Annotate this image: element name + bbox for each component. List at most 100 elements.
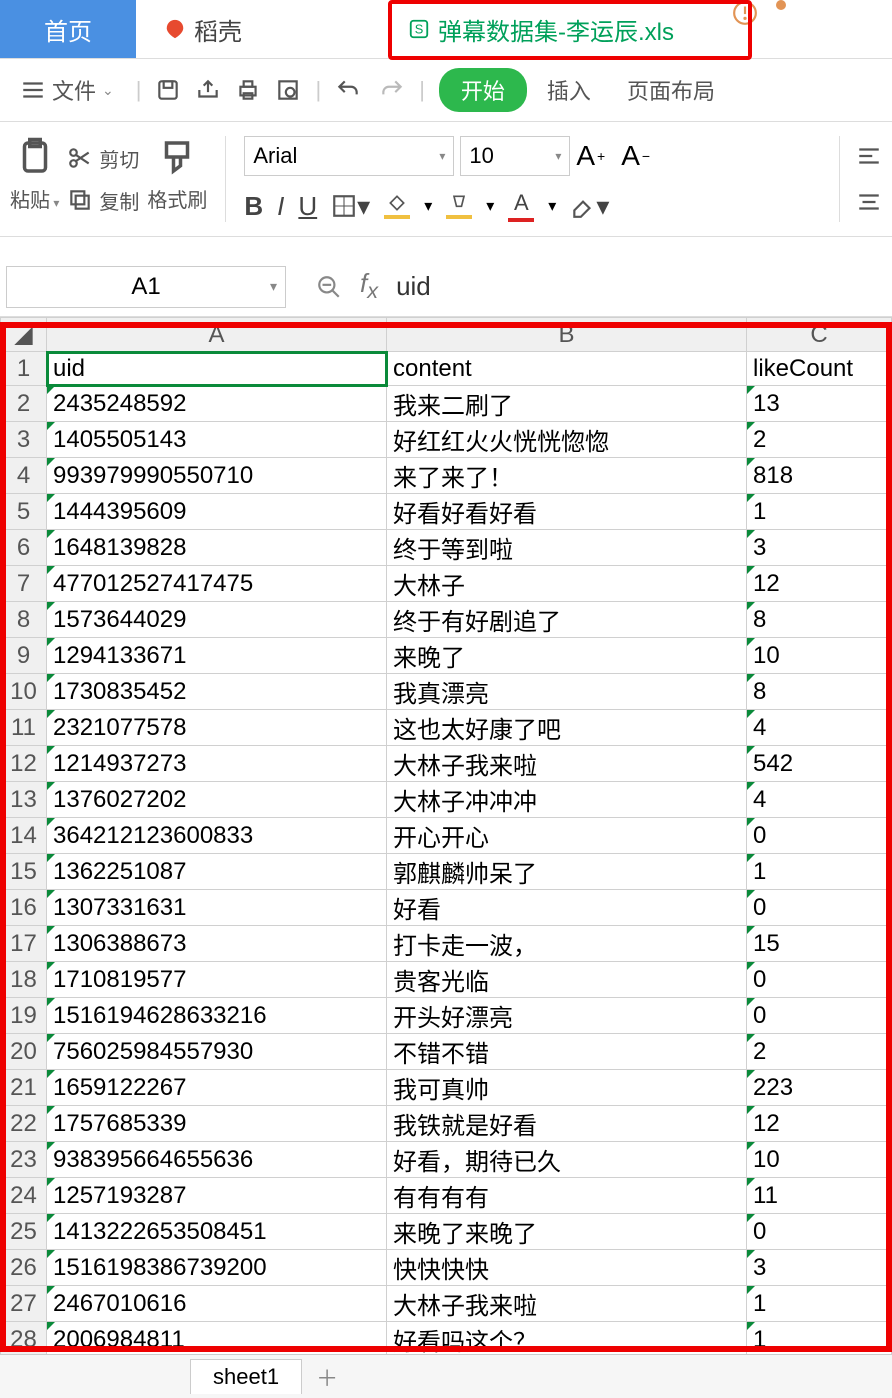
fill-color-button[interactable] <box>384 193 410 219</box>
font-size-select[interactable]: 10▾ <box>460 136 570 176</box>
tab-document[interactable]: S 弹幕数据集-李运辰.xls <box>380 0 702 58</box>
cell[interactable]: 2 <box>747 422 892 458</box>
col-header-C[interactable]: C <box>747 318 892 352</box>
cell[interactable]: 4 <box>747 782 892 818</box>
menu-file[interactable]: 文件 ⌄ <box>12 74 122 106</box>
cell[interactable]: 2006984811 <box>47 1322 387 1358</box>
italic-button[interactable]: I <box>277 191 284 222</box>
eraser-button[interactable]: ▾ <box>570 191 609 222</box>
cell[interactable]: 0 <box>747 998 892 1034</box>
cell[interactable]: 1573644029 <box>47 602 387 638</box>
row-header[interactable]: 19 <box>1 998 47 1034</box>
cell[interactable]: 开心开心 <box>387 818 747 854</box>
cell[interactable]: 0 <box>747 890 892 926</box>
row-header[interactable]: 1 <box>1 352 47 386</box>
format-painter-button[interactable]: 格式刷 <box>147 184 207 213</box>
cell[interactable]: 477012527417475 <box>47 566 387 602</box>
row-header[interactable]: 24 <box>1 1178 47 1214</box>
bold-button[interactable]: B <box>244 191 263 222</box>
cell[interactable]: 我铁就是好看 <box>387 1106 747 1142</box>
row-header[interactable]: 11 <box>1 710 47 746</box>
cell[interactable]: 818 <box>747 458 892 494</box>
cell[interactable]: 贵客光临 <box>387 962 747 998</box>
zoom-out-icon[interactable] <box>316 274 342 300</box>
clipboard-icon[interactable] <box>14 136 56 178</box>
add-sheet-button[interactable]: ＋ <box>316 1361 338 1393</box>
align2-icon[interactable] <box>856 189 882 215</box>
cell[interactable]: 开头好漂亮 <box>387 998 747 1034</box>
cell[interactable]: 1 <box>747 1322 892 1358</box>
col-header-A[interactable]: A <box>47 318 387 352</box>
cell[interactable]: content <box>387 352 747 386</box>
increase-font-button[interactable]: A+ <box>576 140 605 172</box>
cell[interactable]: 1294133671 <box>47 638 387 674</box>
row-header[interactable]: 9 <box>1 638 47 674</box>
cell[interactable]: 1257193287 <box>47 1178 387 1214</box>
cell[interactable]: 938395664655636 <box>47 1142 387 1178</box>
cut-button[interactable]: 剪切 <box>67 144 139 173</box>
cell[interactable]: 1 <box>747 1286 892 1322</box>
cell[interactable]: 来了来了！ <box>387 458 747 494</box>
cell[interactable]: 来晚了 <box>387 638 747 674</box>
cell[interactable]: 1 <box>747 854 892 890</box>
cell[interactable]: 1 <box>747 494 892 530</box>
cell[interactable]: 2321077578 <box>47 710 387 746</box>
row-header[interactable]: 12 <box>1 746 47 782</box>
cell[interactable]: 1516194628633216 <box>47 998 387 1034</box>
cell[interactable]: 756025984557930 <box>47 1034 387 1070</box>
cell[interactable]: 大林子我来啦 <box>387 1286 747 1322</box>
cell[interactable]: 快快快快 <box>387 1250 747 1286</box>
cell[interactable]: 2435248592 <box>47 386 387 422</box>
row-header[interactable]: 15 <box>1 854 47 890</box>
cell[interactable]: 8 <box>747 602 892 638</box>
cell[interactable]: 大林子我来啦 <box>387 746 747 782</box>
cell[interactable]: 1214937273 <box>47 746 387 782</box>
cell[interactable]: 1757685339 <box>47 1106 387 1142</box>
cell[interactable]: 15 <box>747 926 892 962</box>
cell[interactable]: 2467010616 <box>47 1286 387 1322</box>
border-button[interactable]: ▾ <box>331 191 370 222</box>
row-header[interactable]: 20 <box>1 1034 47 1070</box>
cell[interactable]: 1444395609 <box>47 494 387 530</box>
cell[interactable]: 2 <box>747 1034 892 1070</box>
warning-icon[interactable] <box>732 0 758 26</box>
row-header[interactable]: 4 <box>1 458 47 494</box>
cell[interactable]: 1405505143 <box>47 422 387 458</box>
formula-input[interactable]: uid <box>396 271 431 302</box>
highlight-button[interactable] <box>446 193 472 219</box>
select-all-corner[interactable]: ◢ <box>1 318 47 352</box>
share-icon[interactable] <box>195 77 221 103</box>
align-icon[interactable] <box>856 143 882 169</box>
cell[interactable]: 郭麒麟帅呆了 <box>387 854 747 890</box>
cell[interactable]: 我来二刷了 <box>387 386 747 422</box>
row-header[interactable]: 2 <box>1 386 47 422</box>
cell[interactable]: 不错不错 <box>387 1034 747 1070</box>
cell[interactable]: 1306388673 <box>47 926 387 962</box>
preview-icon[interactable] <box>275 77 301 103</box>
cell[interactable]: 好看吗这个？ <box>387 1322 747 1358</box>
cell[interactable]: 8 <box>747 674 892 710</box>
row-header[interactable]: 14 <box>1 818 47 854</box>
row-header[interactable]: 26 <box>1 1250 47 1286</box>
cell[interactable]: 来晚了来晚了 <box>387 1214 747 1250</box>
cell[interactable]: 223 <box>747 1070 892 1106</box>
font-color-button[interactable]: A <box>508 190 534 222</box>
row-header[interactable]: 17 <box>1 926 47 962</box>
undo-icon[interactable] <box>335 77 361 103</box>
menu-layout[interactable]: 页面布局 <box>611 74 731 106</box>
row-header[interactable]: 6 <box>1 530 47 566</box>
cell[interactable]: 好看，期待已久 <box>387 1142 747 1178</box>
cell[interactable]: 1730835452 <box>47 674 387 710</box>
row-header[interactable]: 10 <box>1 674 47 710</box>
row-header[interactable]: 7 <box>1 566 47 602</box>
cell[interactable]: 我真漂亮 <box>387 674 747 710</box>
cell[interactable]: 好红红火火恍恍惚惚 <box>387 422 747 458</box>
cell[interactable]: 364212123600833 <box>47 818 387 854</box>
cell[interactable]: 11 <box>747 1178 892 1214</box>
row-header[interactable]: 25 <box>1 1214 47 1250</box>
cell[interactable]: 12 <box>747 1106 892 1142</box>
menu-insert[interactable]: 插入 <box>531 74 607 106</box>
cell[interactable]: 0 <box>747 818 892 854</box>
save-icon[interactable] <box>155 77 181 103</box>
col-header-B[interactable]: B <box>387 318 747 352</box>
